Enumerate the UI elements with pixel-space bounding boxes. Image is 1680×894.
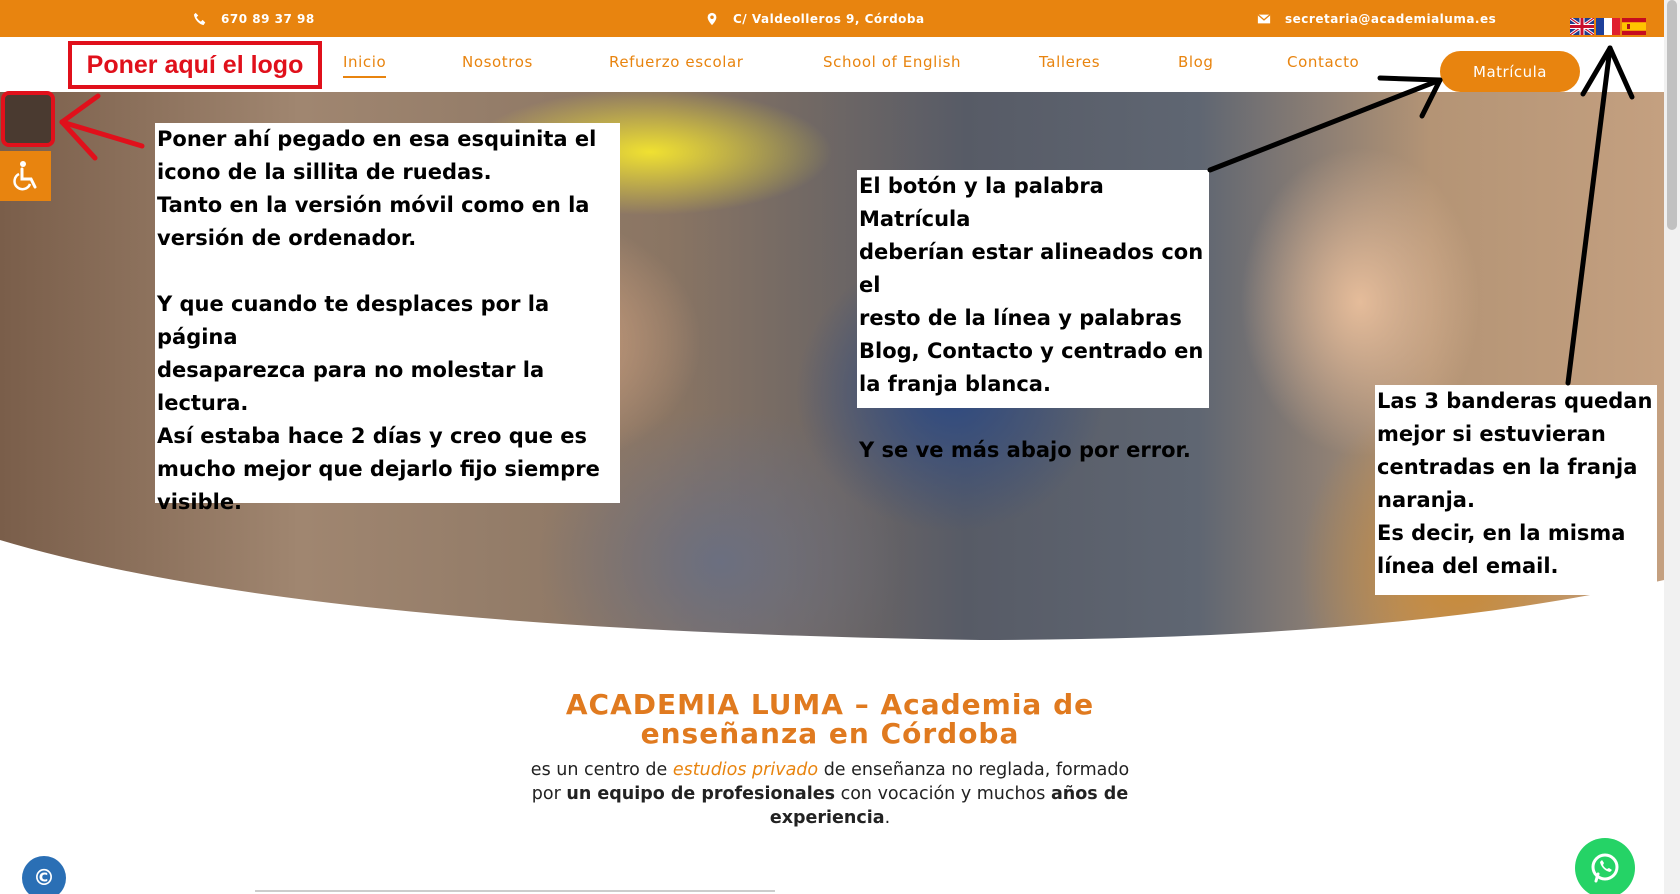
logo-placeholder[interactable]: Poner aquí el logo (68, 41, 322, 89)
nav-inicio[interactable]: Inicio (343, 53, 387, 78)
cookie-consent-button[interactable]: © (22, 856, 66, 894)
location-pin-icon (707, 12, 717, 25)
address-text: C/ Valdeolleros 9, Córdoba (733, 11, 925, 26)
annotation-corner-highlight (1, 91, 55, 147)
intro-highlight: estudios privado (672, 760, 819, 780)
whatsapp-icon (1591, 853, 1619, 883)
phone-number[interactable]: 670 89 37 98 (221, 12, 315, 26)
section-divider (255, 890, 775, 892)
intro-bold-team: un equipo de profesionales (566, 784, 836, 804)
wheelchair-icon (12, 161, 36, 191)
nav-school-of-english[interactable]: School of English (823, 53, 961, 71)
scrollbar-thumb[interactable] (1667, 0, 1677, 230)
nav-blog[interactable]: Blog (1178, 53, 1214, 71)
intro-title: ACADEMIA LUMA – Academia de enseñanza en… (565, 688, 1095, 750)
flag-uk-icon[interactable] (1570, 18, 1594, 35)
annotation-note-flags: Las 3 banderas quedan mejor si estuviera… (1375, 385, 1657, 595)
nav-refuerzo-escolar[interactable]: Refuerzo escolar (609, 53, 744, 71)
email-contact[interactable]: secretaria@academialuma.es (1257, 0, 1496, 37)
email-address[interactable]: secretaria@academialuma.es (1285, 12, 1496, 26)
nav-contacto[interactable]: Contacto (1287, 53, 1359, 71)
flag-es-icon[interactable] (1622, 18, 1646, 35)
flag-fr-icon[interactable] (1596, 18, 1620, 35)
nav-nosotros[interactable]: Nosotros (462, 53, 533, 71)
annotation-note-button: El botón y la palabra Matrícula deberían… (857, 170, 1209, 462)
matricula-label: Matrícula (1473, 62, 1547, 81)
annotation-note-wheelchair: Poner ahí pegado en esa esquinita el ico… (155, 123, 620, 514)
phone-icon (193, 12, 206, 25)
main-navigation: Poner aquí el logo Inicio Nosotros Refue… (0, 37, 1664, 92)
mail-icon (1257, 13, 1271, 23)
matricula-button[interactable]: Matrícula (1440, 51, 1580, 92)
top-info-bar: 670 89 37 98 C/ Valdeolleros 9, Córdoba … (0, 0, 1664, 37)
logo-placeholder-text: Poner aquí el logo (86, 50, 304, 79)
address-contact: C/ Valdeolleros 9, Córdoba (705, 0, 925, 37)
language-flags (1570, 18, 1646, 35)
copyright-icon: © (33, 865, 55, 891)
phone-contact[interactable]: 670 89 37 98 (193, 0, 315, 37)
nav-talleres[interactable]: Talleres (1039, 53, 1100, 71)
accessibility-button[interactable] (0, 151, 51, 201)
whatsapp-button[interactable] (1575, 838, 1635, 894)
intro-paragraph: es un centro de estudios privado de ense… (530, 760, 1130, 828)
